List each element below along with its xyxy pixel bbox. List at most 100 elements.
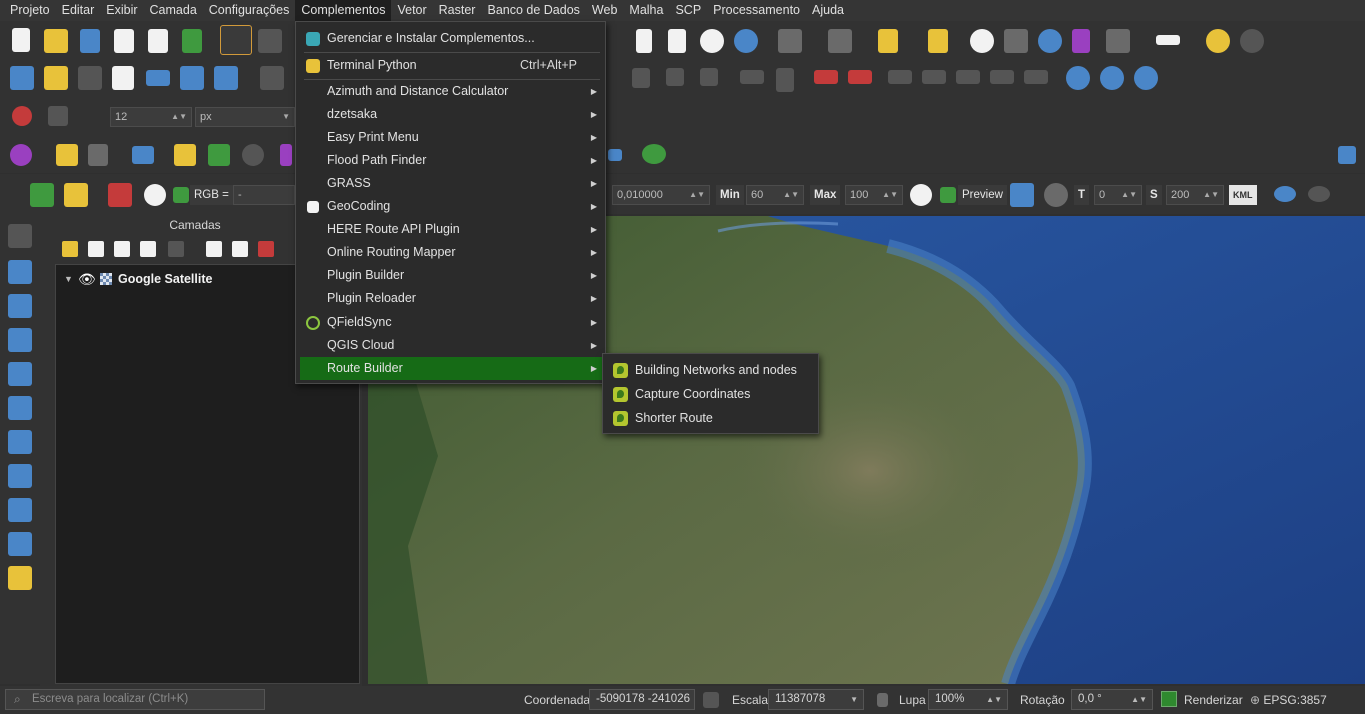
menu-ajuda[interactable]: Ajuda (806, 0, 850, 21)
python-console-icon[interactable] (174, 144, 196, 166)
submenu-item-shorter-route[interactable]: Shorter Route (607, 407, 815, 430)
add-virtual-layer-icon[interactable] (8, 396, 32, 420)
add-wms-icon[interactable] (1066, 66, 1090, 90)
book-icon[interactable] (88, 144, 108, 166)
menu-camada[interactable]: Camada (144, 0, 203, 21)
menu-item-grass[interactable]: GRASS ▶ (300, 172, 602, 195)
settings-gear-icon[interactable] (1038, 29, 1062, 53)
expand-triangle-icon[interactable]: ▼ (64, 274, 76, 284)
band-set-icon[interactable] (64, 183, 88, 207)
menu-item-azimuth-distance[interactable]: Azimuth and Distance Calculator ▶ (300, 80, 602, 103)
s-spinbox[interactable]: 200 ▲▼ (1166, 185, 1224, 205)
pan-to-selection-icon[interactable] (258, 29, 282, 53)
add-mesh-layer-icon[interactable] (8, 294, 32, 318)
menu-web[interactable]: Web (586, 0, 623, 21)
cloud-icon[interactable] (1274, 186, 1296, 202)
menu-item-qgis-cloud[interactable]: QGIS Cloud ▶ (300, 334, 602, 357)
menu-item-dzetsaka[interactable]: dzetsaka ▶ (300, 103, 602, 126)
menu-item-here-route[interactable]: HERE Route API Plugin ▶ (300, 218, 602, 241)
attribute-table-icon[interactable] (1004, 29, 1028, 53)
print-icon[interactable] (132, 146, 154, 164)
tools-icon[interactable] (56, 144, 78, 166)
preview-label[interactable]: Preview (958, 185, 1007, 205)
redo-preview-icon[interactable] (1044, 183, 1068, 207)
label-show-hide-icon[interactable] (888, 70, 912, 84)
edit-pencil-icon[interactable] (112, 66, 134, 90)
vertex-tool-icon[interactable] (180, 66, 204, 90)
add-group-icon[interactable] (88, 241, 104, 257)
add-feature-icon[interactable] (146, 70, 170, 86)
scale-select[interactable]: 11387078 ▼ (768, 689, 864, 710)
new-bookmark-icon[interactable] (636, 29, 652, 53)
remove-layer-icon[interactable] (258, 241, 274, 257)
max-spinbox[interactable]: 100 ▲▼ (845, 185, 903, 205)
pan-map-icon[interactable] (220, 25, 252, 55)
font-unit-select[interactable]: px ▼ (195, 107, 295, 127)
add-vector-tile-icon[interactable] (8, 566, 32, 590)
collapse-all-icon[interactable] (232, 241, 248, 257)
add-wcs-layer-icon[interactable] (8, 532, 32, 556)
menu-processamento[interactable]: Processamento (707, 0, 806, 21)
preview-checkbox-icon[interactable] (940, 187, 956, 203)
label-pin-icon[interactable] (776, 68, 794, 92)
menu-item-easy-print[interactable]: Easy Print Menu ▶ (300, 126, 602, 149)
label-unplaced-icon[interactable] (848, 70, 872, 84)
label-diagram-icon[interactable] (1024, 70, 1048, 84)
add-point-layer-icon[interactable] (8, 224, 32, 248)
roi-pointer-icon[interactable] (144, 184, 166, 206)
submenu-item-capture-coordinates[interactable]: Capture Coordinates (607, 383, 815, 406)
new-layer-icon[interactable] (10, 66, 34, 90)
identify-features-icon[interactable] (970, 29, 994, 53)
temporal-controller-icon[interactable] (700, 29, 724, 53)
menu-raster[interactable]: Raster (433, 0, 482, 21)
label-rotate-icon[interactable] (956, 70, 980, 84)
digitize-points-icon[interactable] (78, 66, 102, 90)
rgb-select[interactable]: - (233, 185, 295, 205)
kml-export-icon[interactable]: KML (1229, 185, 1257, 205)
paste-icon[interactable] (632, 68, 650, 88)
band-combination-icon[interactable] (1010, 183, 1034, 207)
select-location-icon[interactable] (928, 29, 948, 53)
add-postgis-icon[interactable] (8, 430, 32, 454)
menu-item-plugin-reloader[interactable]: Plugin Reloader ▶ (300, 287, 602, 310)
add-delimited-text-icon[interactable] (8, 328, 32, 352)
add-wfs-layer-icon[interactable] (8, 498, 32, 522)
menu-editar[interactable]: Editar (56, 0, 101, 21)
save-project-icon[interactable] (80, 29, 100, 53)
lock-scale-icon[interactable] (877, 693, 888, 707)
add-wms-layer-icon[interactable] (8, 464, 32, 488)
refresh-icon[interactable] (734, 29, 758, 53)
menu-vetor[interactable]: Vetor (391, 0, 432, 21)
select-features-icon[interactable] (778, 29, 802, 53)
menu-exibir[interactable]: Exibir (100, 0, 143, 21)
new-project-icon[interactable] (12, 28, 30, 52)
min-spinbox[interactable]: 60 ▲▼ (746, 185, 804, 205)
zoom-classification-icon[interactable] (30, 183, 54, 207)
help-icon[interactable] (1338, 146, 1356, 164)
map-tips-icon[interactable] (1206, 29, 1230, 53)
save-as-icon[interactable] (114, 29, 134, 53)
menu-item-route-builder[interactable]: Route Builder ▶ (300, 357, 602, 380)
menu-projeto[interactable]: Projeto (4, 0, 56, 21)
toggle-extents-icon[interactable] (703, 692, 719, 708)
font-size-spinbox[interactable]: 12 ▲▼ (110, 107, 192, 127)
style-layer-icon[interactable] (62, 241, 78, 257)
gps-icon[interactable] (10, 144, 32, 166)
filter-legend-icon[interactable] (140, 241, 156, 257)
menu-item-geocoding[interactable]: GeoCoding ▶ (300, 195, 602, 218)
label-tool-icon[interactable] (740, 70, 764, 84)
menu-item-python-console[interactable]: Terminal Python Ctrl+Alt+P (300, 54, 602, 77)
coordinate-field[interactable]: -5090178 -241026 (589, 689, 695, 710)
print-layout-icon[interactable] (148, 29, 168, 53)
magnet-snap-icon[interactable] (12, 106, 32, 126)
plugin-gear-icon[interactable] (1240, 29, 1264, 53)
label-change-icon[interactable] (990, 70, 1014, 84)
menu-item-flood-path[interactable]: Flood Path Finder ▶ (300, 149, 602, 172)
menu-item-qfieldsync[interactable]: QFieldSync ▶ (300, 311, 602, 334)
statistics-sum-icon[interactable] (1072, 29, 1090, 53)
redo-icon[interactable] (700, 68, 718, 86)
menu-banco-de-dados[interactable]: Banco de Dados (481, 0, 585, 21)
render-checkbox[interactable] (1161, 691, 1177, 707)
add-raster-layer-icon[interactable] (8, 260, 32, 284)
rotation-spinbox[interactable]: 0,0 ° ▲▼ (1071, 689, 1153, 710)
